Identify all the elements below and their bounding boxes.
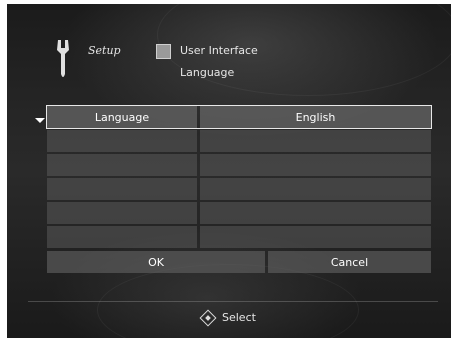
select-hint: Select xyxy=(199,309,256,326)
settings-row-empty xyxy=(47,178,431,200)
setting-value xyxy=(200,202,431,224)
settings-table: Language English xyxy=(46,105,432,250)
setting-label: Language xyxy=(47,106,197,128)
footer-divider xyxy=(28,301,438,302)
setting-label xyxy=(47,178,197,200)
user-interface-icon xyxy=(156,44,171,59)
dialog-buttons: OK Cancel xyxy=(47,251,431,273)
setting-label xyxy=(47,202,197,224)
setting-value xyxy=(200,130,431,152)
selection-arrow-icon xyxy=(35,118,45,123)
subsection-title: Language xyxy=(180,66,235,79)
setup-label: Setup xyxy=(88,44,121,57)
setting-value xyxy=(200,226,431,248)
ok-button[interactable]: OK xyxy=(47,251,265,273)
settings-row-empty xyxy=(47,226,431,248)
settings-row-empty xyxy=(47,154,431,176)
setting-value xyxy=(200,178,431,200)
select-label: Select xyxy=(222,311,256,324)
section-title: User Interface xyxy=(180,44,258,57)
setting-label xyxy=(47,226,197,248)
settings-row-language[interactable]: Language English xyxy=(46,105,432,129)
setting-label xyxy=(47,130,197,152)
wrench-icon xyxy=(57,40,69,77)
setting-value xyxy=(200,154,431,176)
cancel-button[interactable]: Cancel xyxy=(268,251,431,273)
setting-label xyxy=(47,154,197,176)
settings-row-empty xyxy=(47,202,431,224)
dpad-icon xyxy=(199,309,217,326)
setting-value[interactable]: English xyxy=(200,106,431,128)
settings-row-empty xyxy=(47,130,431,152)
